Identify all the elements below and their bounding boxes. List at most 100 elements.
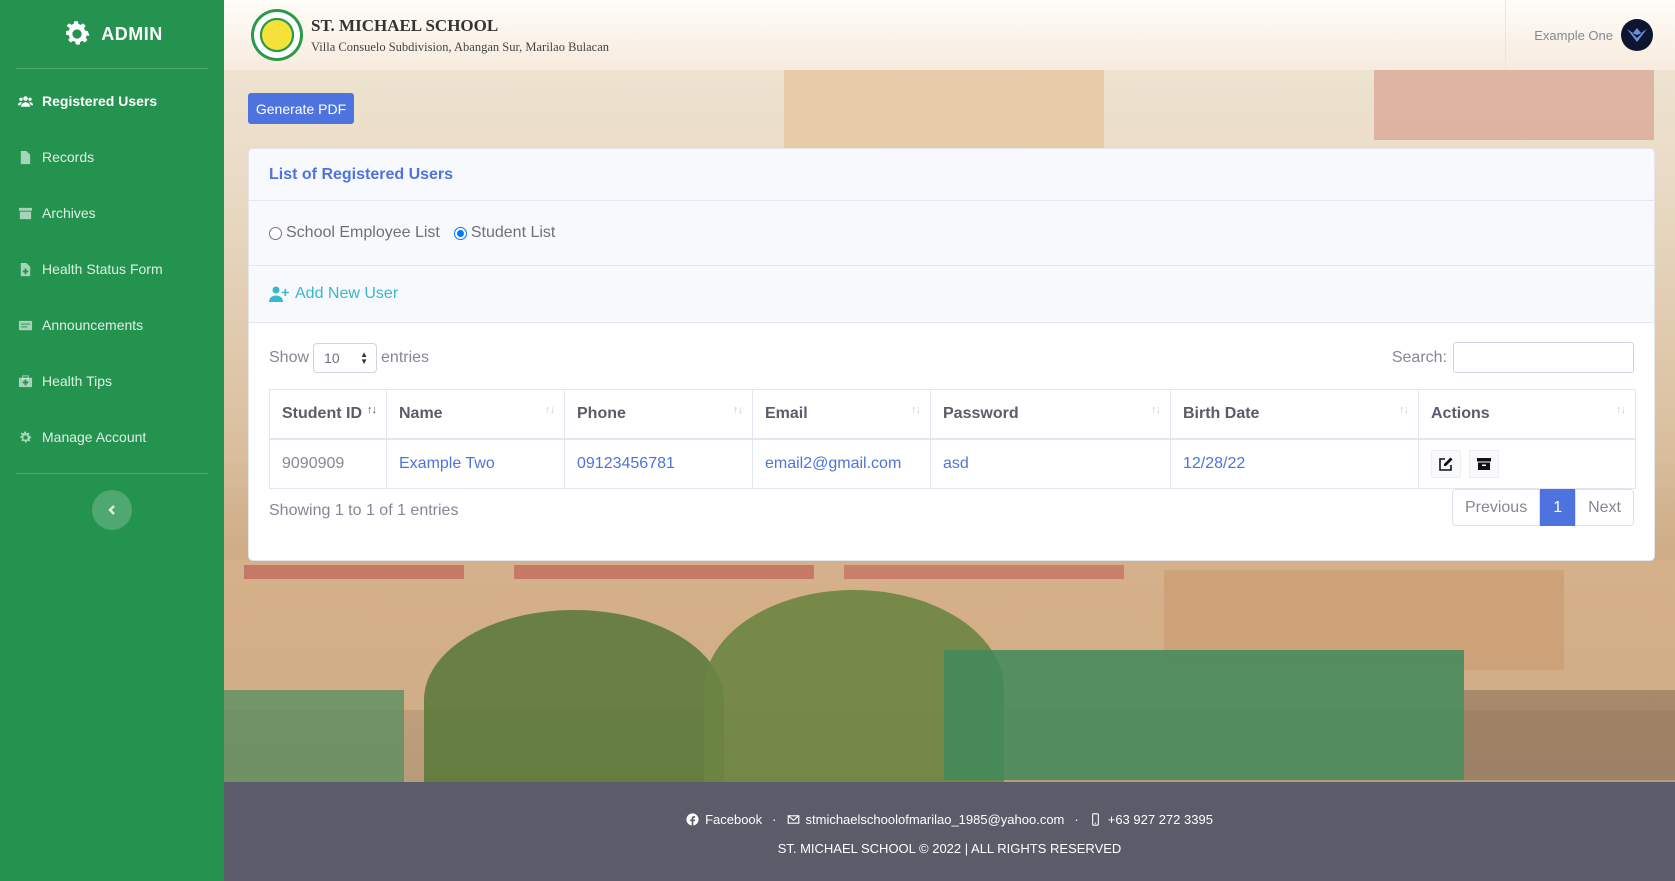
sidebar-item-label: Health Status Form [42,261,163,277]
sort-icon: ↑↓ [733,404,743,416]
facebook-icon [686,813,699,826]
brand-label: ADMIN [101,23,163,44]
radio-checked [453,226,467,240]
radio-label: School Employee List [286,224,440,241]
footer-separator: · [1074,812,1079,827]
user-plus-icon [269,286,289,302]
footer-contacts: Facebook · stmichaelschoolofmarilao_1985… [224,812,1675,827]
wings-logo-icon [1627,28,1647,42]
sidebar-item-archives[interactable]: Archives [0,185,224,241]
sidebar-item-label: Health Tips [42,373,113,389]
radio-unchecked [269,226,282,240]
search-input[interactable] [1453,342,1634,373]
users-table: Student ID ↑↓ Name ↑↓ Phone ↑↓ Email ↑↓ Pass… [269,389,1636,489]
table-info: Showing 1 to 1 of 1 entries [269,502,459,519]
footer-phone: +63 927 272 3395 [1107,812,1213,827]
sidebar-item-manage-account[interactable]: Manage Account [0,409,224,465]
footer-separator: · [772,812,777,827]
sidebar-item-health-status-form[interactable]: Health Status Form [0,241,224,297]
footer: Facebook · stmichaelschoolofmarilao_1985… [224,782,1675,881]
entries-length-control: Show 10 ▲ ▼ entries [269,343,429,373]
pagination-page[interactable]: 1 [1540,489,1576,526]
select-arrows-icon: ▲ ▼ [360,350,369,366]
column-student-id[interactable]: Student ID ↑↓ [269,389,387,440]
cell-student-id: 9090909 [269,438,387,489]
cell-birth-date: 12/28/22 [1170,438,1419,489]
sort-icon: ↑↓ [1399,404,1409,416]
entries-value: 10 [324,350,340,366]
sort-icon: ↑↓ [545,404,555,416]
add-new-user-link[interactable]: Add New User [249,266,1654,323]
add-new-user-label: Add New User [295,285,399,302]
chevron-left-icon [108,505,115,515]
sort-icon: ↑↓ [1616,404,1626,416]
column-name[interactable]: Name ↑↓ [386,389,565,440]
cell-actions [1418,438,1636,489]
school-info: ST. MICHAEL SCHOOL Villa Consuelo Subdiv… [311,16,609,55]
file-icon [16,148,34,166]
column-actions[interactable]: Actions ↑↓ [1418,389,1636,440]
table-header-row: Student ID ↑↓ Name ↑↓ Phone ↑↓ Email ↑↓ Pass… [269,389,1636,440]
school-address: Villa Consuelo Subdivision, Abangan Sur,… [311,39,610,54]
avatar[interactable] [1621,19,1653,51]
sidebar: ADMIN Registered Users Records Archives … [0,0,224,881]
user-name: Example One [1534,27,1613,43]
first-aid-icon [16,372,34,390]
archive-button[interactable] [1469,449,1500,478]
column-birth-date[interactable]: Birth Date ↑↓ [1170,389,1419,440]
cell-password: asd [930,438,1171,489]
school-name: ST. MICHAEL SCHOOL [311,15,499,35]
card-title: List of Registered Users [249,149,1654,201]
archive-icon [1477,457,1492,470]
edit-button[interactable] [1431,449,1461,478]
sidebar-item-announcements[interactable]: Announcements [0,297,224,353]
sidebar-item-health-tips[interactable]: Health Tips [0,353,224,409]
mobile-phone-icon [1091,813,1099,826]
archive-icon [16,204,34,222]
users-icon [16,92,34,110]
generate-pdf-button[interactable]: Generate PDF [248,93,354,124]
sort-icon: ↑↓ [367,404,377,416]
column-password[interactable]: Password ↑↓ [930,389,1171,440]
sidebar-item-records[interactable]: Records [0,129,224,185]
column-phone[interactable]: Phone ↑↓ [564,389,753,440]
entries-select[interactable]: 10 ▲ ▼ [313,343,378,373]
envelope-icon [787,815,799,824]
sidebar-toggle-button[interactable] [92,490,132,530]
pagination-previous[interactable]: Previous [1451,489,1541,526]
gear-icon [66,21,90,45]
footer-email[interactable]: stmichaelschoolofmarilao_1985@yahoo.com [806,812,1065,827]
sidebar-toggle-wrap [0,474,224,530]
list-type-filter: School Employee List Student List [249,201,1654,266]
sidebar-item-label: Registered Users [42,93,158,109]
cell-name: Example Two [386,438,565,489]
column-email[interactable]: Email ↑↓ [752,389,931,440]
announcement-icon [16,316,34,334]
school-employee-radio[interactable]: School Employee List [269,224,440,242]
sidebar-item-registered-users[interactable]: Registered Users [0,73,224,129]
edit-icon [1439,457,1453,471]
cell-email: email2@gmail.com [752,438,931,489]
search-label: Search: [1391,348,1447,366]
show-label: Show [269,349,310,366]
search-control: Search: [1392,342,1634,373]
sidebar-item-label: Records [42,149,95,165]
footer-facebook-link[interactable]: Facebook [705,812,762,827]
sort-icon: ↑↓ [1151,404,1161,416]
sidebar-item-label: Announcements [42,317,144,333]
student-list-radio[interactable]: Student List [453,224,556,242]
sidebar-brand[interactable]: ADMIN [0,0,224,68]
user-dropdown[interactable]: Example One [1505,0,1653,70]
radio-label: Student List [470,224,556,241]
registered-users-card: List of Registered Users School Employee… [248,148,1655,561]
sidebar-item-label: Manage Account [42,429,147,445]
sidebar-nav: Registered Users Records Archives Health… [0,69,224,465]
entries-label: entries [381,349,430,366]
footer-copyright: ST. MICHAEL SCHOOL © 2022 | ALL RIGHTS R… [777,841,1122,856]
gear-icon [16,428,34,446]
pagination: Previous 1 Next [1451,489,1634,526]
pagination-next[interactable]: Next [1575,489,1634,526]
school-logo [251,9,303,61]
medical-file-icon [16,260,34,278]
sort-icon: ↑↓ [911,404,921,416]
